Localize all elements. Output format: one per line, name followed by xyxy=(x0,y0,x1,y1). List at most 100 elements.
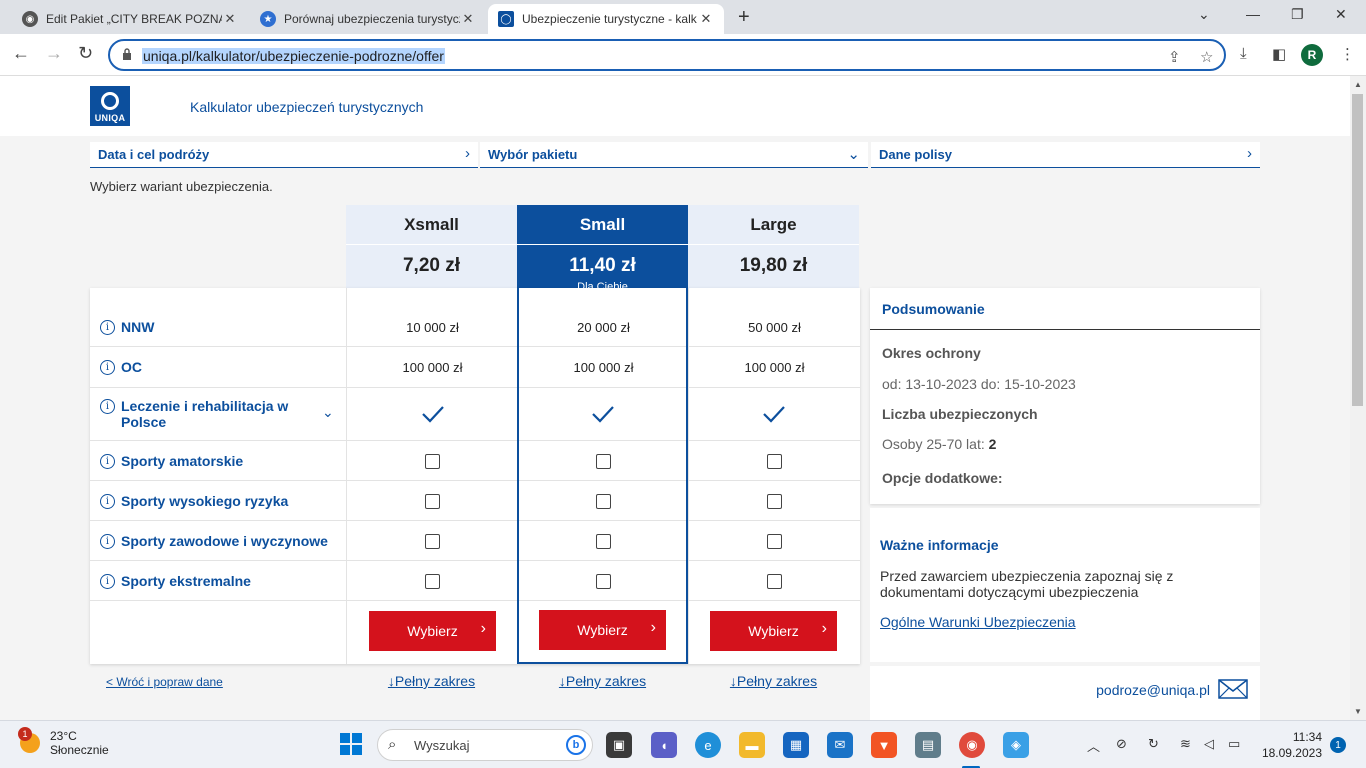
package-header-small[interactable]: Small 11,40 zł Dla Ciebie xyxy=(517,205,688,300)
profile-avatar[interactable]: R xyxy=(1301,44,1323,66)
checkbox-xsmall[interactable] xyxy=(425,454,440,469)
step-package-choice[interactable]: Wybór pakietu ⌄ xyxy=(480,142,868,168)
brave-browser-icon[interactable]: ▼ xyxy=(871,732,897,758)
mail-icon[interactable]: ✉ xyxy=(827,732,853,758)
full-scope-link-large[interactable]: ↓Pełny zakres xyxy=(688,673,859,689)
summary-title: Podsumowanie xyxy=(882,301,985,317)
sync-icon[interactable]: ↻ xyxy=(1148,736,1159,752)
chevron-down-icon[interactable]: ⌄ xyxy=(322,404,334,421)
package-header-xsmall[interactable]: Xsmall 7,20 zł xyxy=(346,205,517,288)
info-icon[interactable]: i xyxy=(100,399,115,414)
package-header-large[interactable]: Large 19,80 zł xyxy=(688,205,859,288)
scroll-down-icon[interactable]: ▼ xyxy=(1354,707,1362,716)
choose-small-button[interactable]: Wybierz › xyxy=(539,610,666,650)
coverage-label-treatment[interactable]: i Leczenie i rehabilitacja w Polsce xyxy=(100,398,290,430)
checkbox-large[interactable] xyxy=(767,454,782,469)
download-icon[interactable]: ⤓ xyxy=(1240,45,1247,62)
edge-browser-icon[interactable]: e xyxy=(695,732,721,758)
uniqa-logo[interactable]: UNIQA xyxy=(90,86,130,126)
page-scrollbar[interactable]: ▲ ▼ xyxy=(1350,76,1366,720)
tab-edit-pakiet[interactable]: ◉ Edit Pakiet „CITY BREAK POZNAŃ ✕ xyxy=(12,4,248,34)
bookmark-star-icon[interactable]: ☆ xyxy=(1200,48,1213,66)
checkbox-large[interactable] xyxy=(767,574,782,589)
volume-icon[interactable]: ◁ xyxy=(1204,736,1214,752)
tab-porownaj[interactable]: ★ Porównaj ubezpieczenia turystyczne ✕ xyxy=(250,4,486,34)
full-scope-link-small[interactable]: ↓Pełny zakres xyxy=(517,673,688,689)
coverage-label-extreme-sports[interactable]: i Sporty ekstremalne xyxy=(100,573,251,589)
coverage-label-high-risk-sports[interactable]: i Sporty wysokiego ryzyka xyxy=(100,493,288,509)
step-policy-data[interactable]: Dane polisy › xyxy=(871,142,1260,168)
scrollbar-thumb[interactable] xyxy=(1352,94,1363,406)
general-terms-link[interactable]: Ogólne Warunki Ubezpieczenia xyxy=(880,614,1076,630)
system-clock[interactable]: 11:34 18.09.2023 xyxy=(1262,729,1322,761)
info-icon[interactable]: i xyxy=(100,319,115,335)
address-bar[interactable]: uniqa.pl/kalkulator/ubezpieczenie-podroz… xyxy=(108,39,1226,71)
info-icon[interactable]: i xyxy=(100,533,115,549)
page-title: Kalkulator ubezpieczeń turystycznych xyxy=(190,99,424,115)
envelope-icon[interactable] xyxy=(1218,679,1248,699)
teams-chat-icon[interactable]: ◖ xyxy=(651,732,677,758)
choose-large-button[interactable]: Wybierz › xyxy=(710,611,837,651)
full-scope-link-xsmall[interactable]: ↓Pełny zakres xyxy=(346,673,517,689)
checkbox-large[interactable] xyxy=(767,494,782,509)
package-comparison-table: i NNW 10 000 zł 20 000 zł 50 000 zł i OC 1… xyxy=(90,288,860,664)
info-icon[interactable]: i xyxy=(100,493,115,509)
file-explorer-icon[interactable]: ▬ xyxy=(739,732,765,758)
checkbox-xsmall[interactable] xyxy=(425,574,440,589)
new-tab-icon[interactable]: + xyxy=(738,6,750,29)
info-icon[interactable]: i xyxy=(100,453,115,469)
share-icon[interactable]: ⇪ xyxy=(1168,48,1181,66)
info-icon[interactable]: i xyxy=(100,573,115,589)
choose-xsmall-button[interactable]: Wybierz › xyxy=(369,611,496,651)
minimize-icon[interactable]: — xyxy=(1246,6,1260,22)
table-row: i Sporty ekstremalne xyxy=(90,561,860,601)
weather-widget[interactable]: 1 23°C Słonecznie xyxy=(18,727,109,757)
bing-icon[interactable]: b xyxy=(566,735,586,755)
close-tab-icon[interactable]: ✕ xyxy=(698,11,714,27)
progress-steps: Data i cel podróży › Wybór pakietu ⌄ Dan… xyxy=(90,142,1260,168)
scroll-up-icon[interactable]: ▲ xyxy=(1354,80,1362,89)
reload-icon[interactable]: ↻ xyxy=(78,43,93,64)
back-and-edit-link[interactable]: < Wróć i popraw dane xyxy=(106,675,223,689)
side-panel-icon[interactable]: ◧ xyxy=(1272,45,1286,63)
chevron-right-icon: › xyxy=(1247,145,1252,162)
url-text[interactable]: uniqa.pl/kalkulator/ubezpieczenie-podroz… xyxy=(142,48,445,64)
extras-label: Opcje dodatkowe: xyxy=(882,470,1003,486)
info-icon[interactable]: i xyxy=(100,359,115,375)
tab-uniqa[interactable]: ◯ Ubezpieczenie turystyczne - kalk ✕ xyxy=(488,4,724,34)
tab-search-chevron-icon[interactable]: ⌄ xyxy=(1198,6,1210,23)
checkbox-xsmall[interactable] xyxy=(425,494,440,509)
close-window-icon[interactable]: ✕ xyxy=(1335,6,1347,23)
coverage-label-oc[interactable]: i OC xyxy=(100,359,142,375)
task-view-icon[interactable]: ▣ xyxy=(606,732,632,758)
close-tab-icon[interactable]: ✕ xyxy=(460,11,476,27)
coverage-label-nnw[interactable]: i NNW xyxy=(100,319,154,335)
wifi-icon[interactable]: ≋ xyxy=(1180,736,1191,752)
checkbox-xsmall[interactable] xyxy=(425,534,440,549)
browser-tab-bar: ◉ Edit Pakiet „CITY BREAK POZNAŃ ✕ ★ Por… xyxy=(0,0,1366,34)
microsoft-store-icon[interactable]: ▦ xyxy=(783,732,809,758)
tray-chevron-up-icon[interactable]: ︿ xyxy=(1087,736,1100,755)
forward-arrow-icon[interactable]: → xyxy=(45,43,63,64)
lock-icon xyxy=(123,48,131,60)
coverage-label-pro-sports[interactable]: i Sporty zawodowe i wyczynowe xyxy=(100,533,328,549)
summary-panel: Podsumowanie Okres ochrony od: 13-10-202… xyxy=(870,288,1260,504)
coverage-label-amateur-sports[interactable]: i Sporty amatorskie xyxy=(100,453,243,469)
checkbox-large[interactable] xyxy=(767,534,782,549)
notepad-icon[interactable]: ▤ xyxy=(915,732,941,758)
tray-app-icon[interactable]: ⊘ xyxy=(1116,736,1127,752)
back-arrow-icon[interactable]: ← xyxy=(12,43,30,64)
chrome-browser-icon[interactable]: ◉ xyxy=(959,732,985,758)
chevron-right-icon: › xyxy=(821,620,827,637)
network-app-icon[interactable]: ◈ xyxy=(1003,732,1029,758)
windows-start-icon[interactable] xyxy=(340,733,362,755)
contact-email-link[interactable]: podroze@uniqa.pl xyxy=(1096,682,1210,698)
close-tab-icon[interactable]: ✕ xyxy=(222,11,238,27)
period-value: od: 13-10-2023 do: 15-10-2023 xyxy=(882,376,1076,392)
step-trip-data[interactable]: Data i cel podróży › xyxy=(90,142,478,168)
maximize-icon[interactable]: ❐ xyxy=(1291,6,1304,23)
notification-badge[interactable]: 1 xyxy=(1330,737,1346,753)
menu-kebab-icon[interactable]: ⋮ xyxy=(1340,45,1355,63)
battery-icon[interactable]: ▭ xyxy=(1228,736,1240,752)
taskbar-search[interactable]: ⌕ Wyszukaj b xyxy=(377,729,593,761)
